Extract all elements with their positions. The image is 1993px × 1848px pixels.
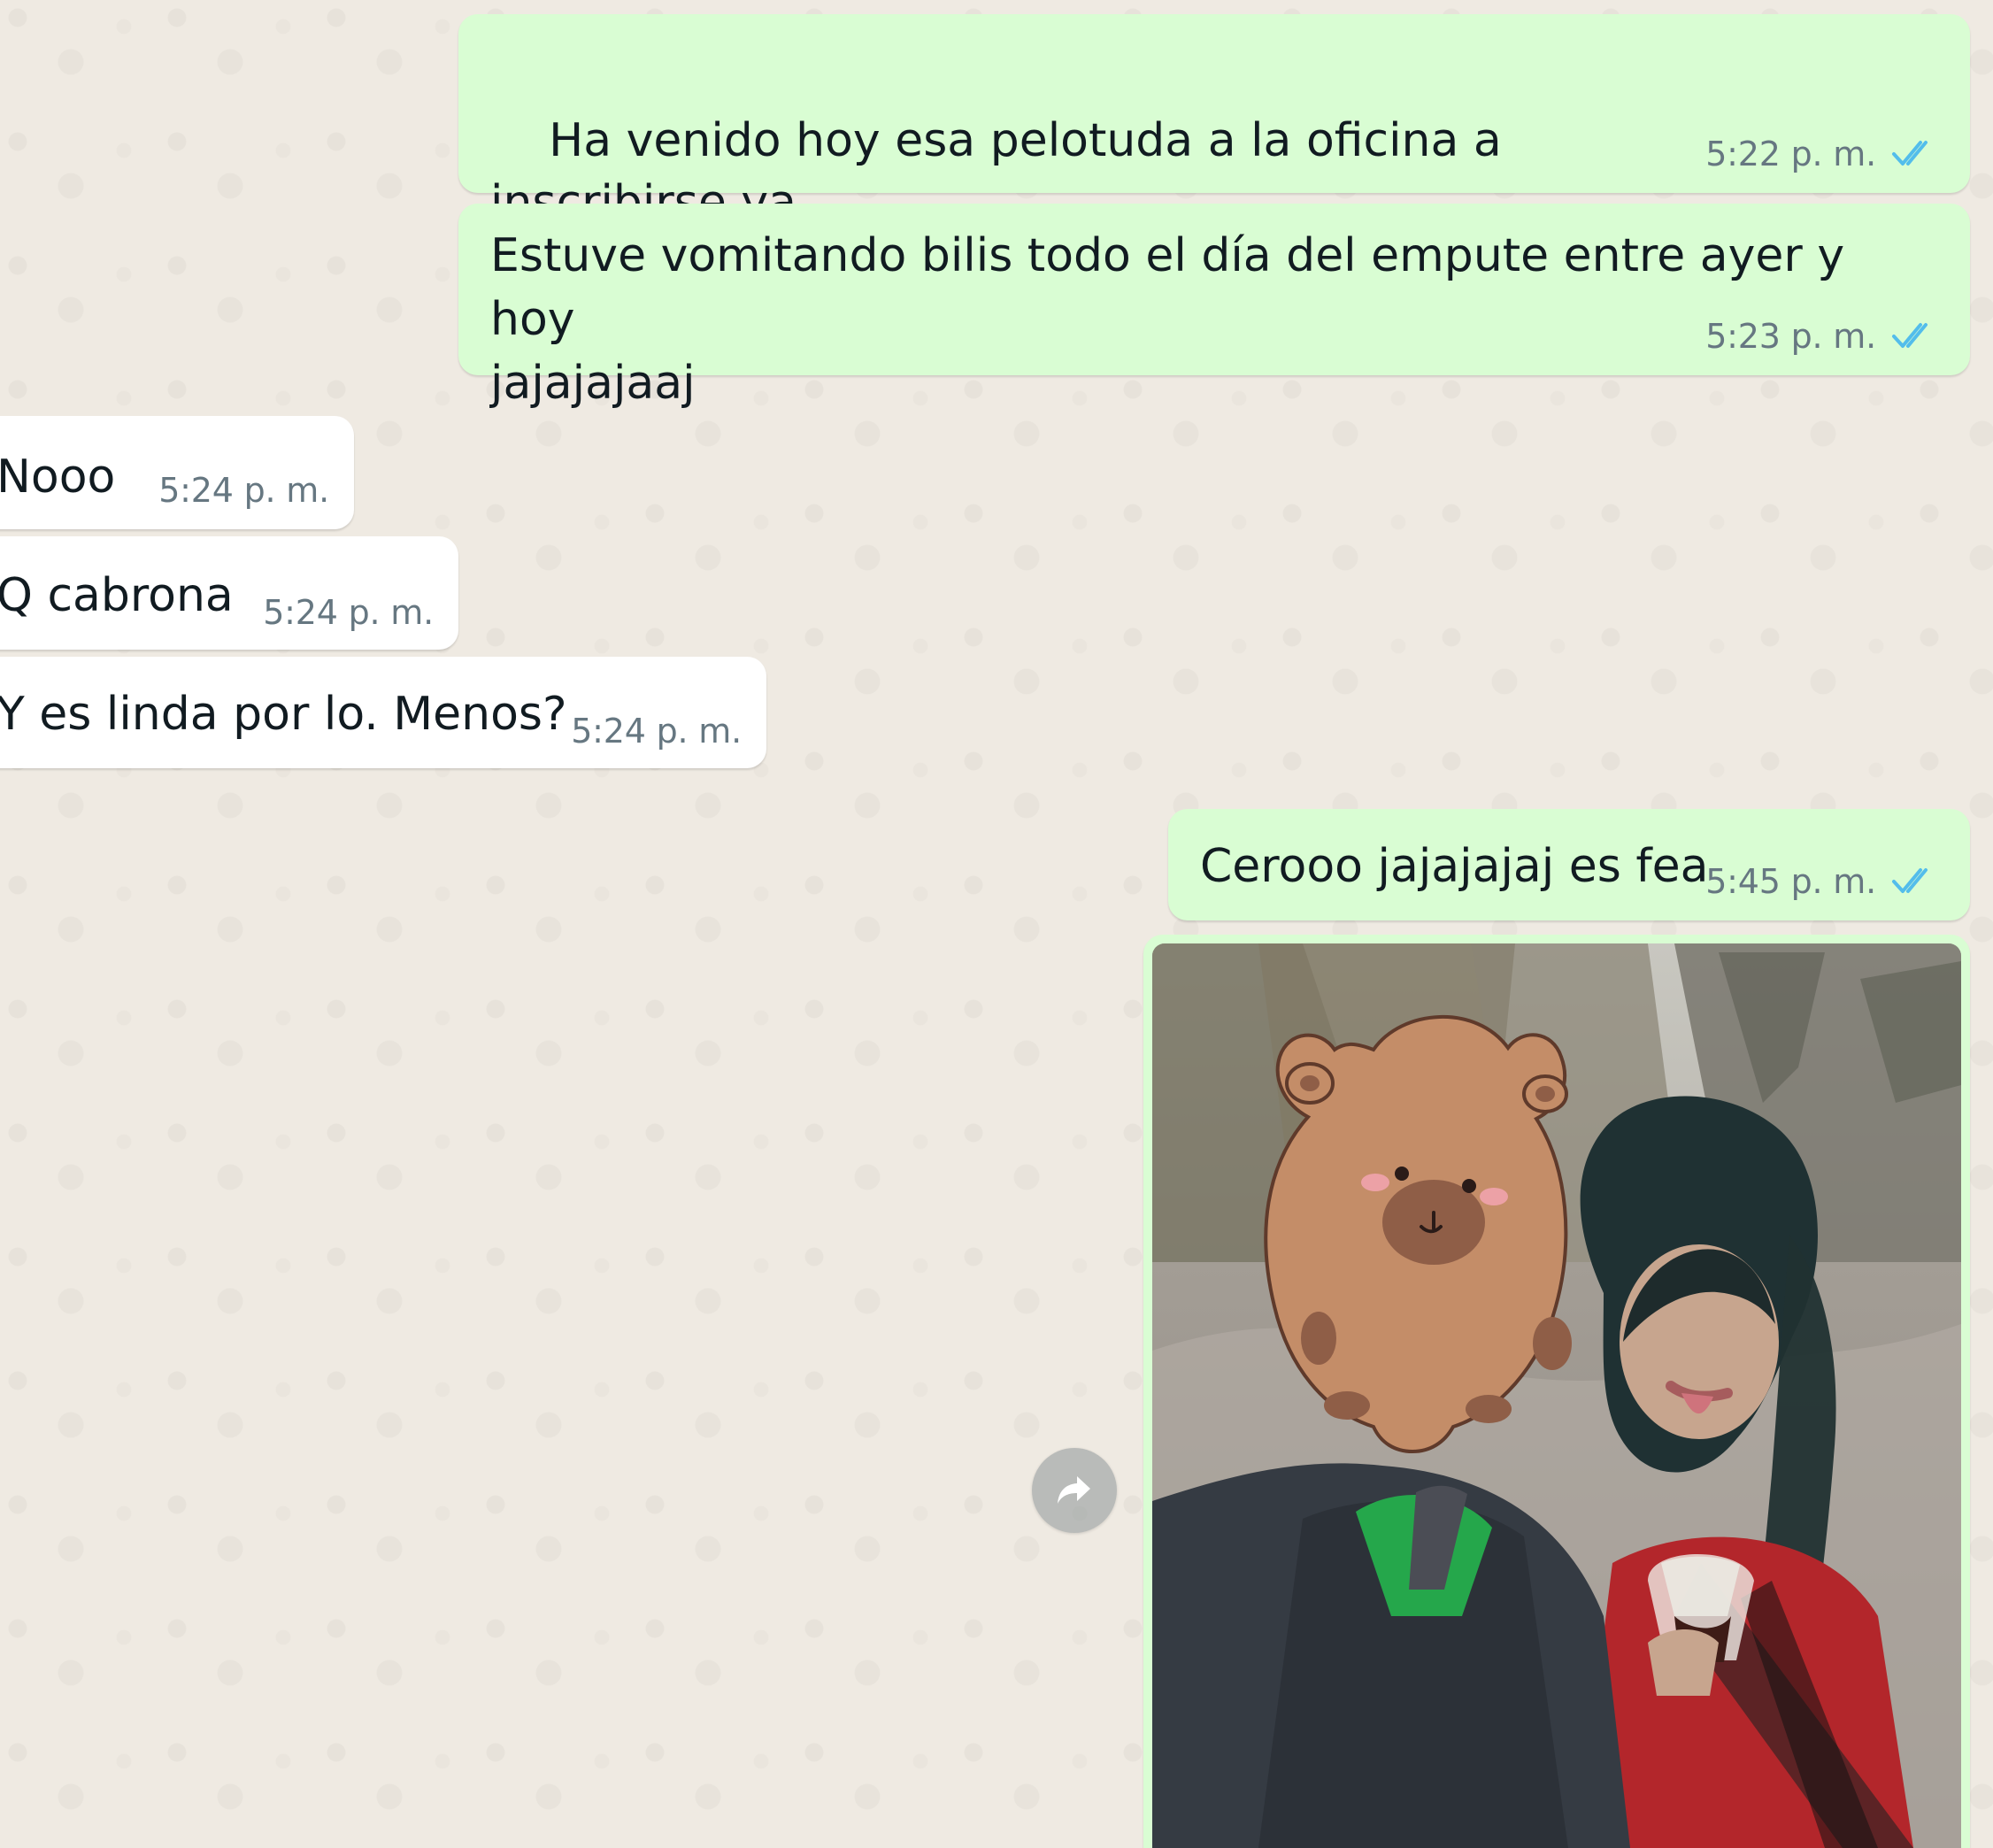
message-text-4: Q cabrona xyxy=(0,569,234,622)
outgoing-message-1[interactable]: Ha venido hoy esa pelotuda a la oficina … xyxy=(458,14,1970,359)
incoming-message-2[interactable]: Q cabrona 5:24 p. m. xyxy=(0,536,458,650)
message-meta-5: 5:24 p. m. xyxy=(571,709,742,754)
outgoing-photo-message[interactable] xyxy=(1143,935,1970,1848)
double-check-icon xyxy=(1892,323,1928,349)
message-text-5: Y es linda por lo. Menos? xyxy=(0,688,567,741)
message-meta-1: 5:22 p. m. xyxy=(1705,132,1945,177)
message-time-3: 5:24 p. m. xyxy=(158,470,329,510)
incoming-message-3[interactable]: Y es linda por lo. Menos? 5:24 p. m. xyxy=(0,657,766,768)
incoming-message-1[interactable]: Nooo 5:24 p. m. xyxy=(0,416,354,529)
message-meta-6: 5:45 p. m. xyxy=(1705,859,1945,905)
message-text-2: Estuve vomitando bilis todo el día del e… xyxy=(490,229,1845,410)
message-meta-4: 5:24 p. m. xyxy=(263,590,434,635)
photo-icon xyxy=(1152,943,1961,1848)
message-time-2: 5:23 p. m. xyxy=(1705,316,1876,356)
forward-button[interactable] xyxy=(1032,1448,1117,1533)
photo[interactable] xyxy=(1152,943,1961,1848)
message-meta-2: 5:23 p. m. xyxy=(1705,314,1945,359)
message-text-6: Cerooo jajajajaj es fea xyxy=(1200,840,1709,893)
double-check-icon xyxy=(1892,141,1928,166)
outgoing-message-2[interactable]: Estuve vomitando bilis todo el día del e… xyxy=(458,204,1970,410)
forward-arrow-icon xyxy=(1058,1476,1090,1504)
message-time-6: 5:45 p. m. xyxy=(1705,861,1876,901)
message-time-4: 5:24 p. m. xyxy=(263,592,434,632)
message-meta-3: 5:24 p. m. xyxy=(158,468,329,513)
message-text-3: Nooo xyxy=(0,450,116,504)
message-time-5: 5:24 p. m. xyxy=(571,711,742,751)
outgoing-message-3[interactable]: Cerooo jajajajaj es fea 5:45 p. m. xyxy=(1168,809,1970,920)
double-check-icon xyxy=(1892,868,1928,894)
message-time-1: 5:22 p. m. xyxy=(1705,134,1876,173)
